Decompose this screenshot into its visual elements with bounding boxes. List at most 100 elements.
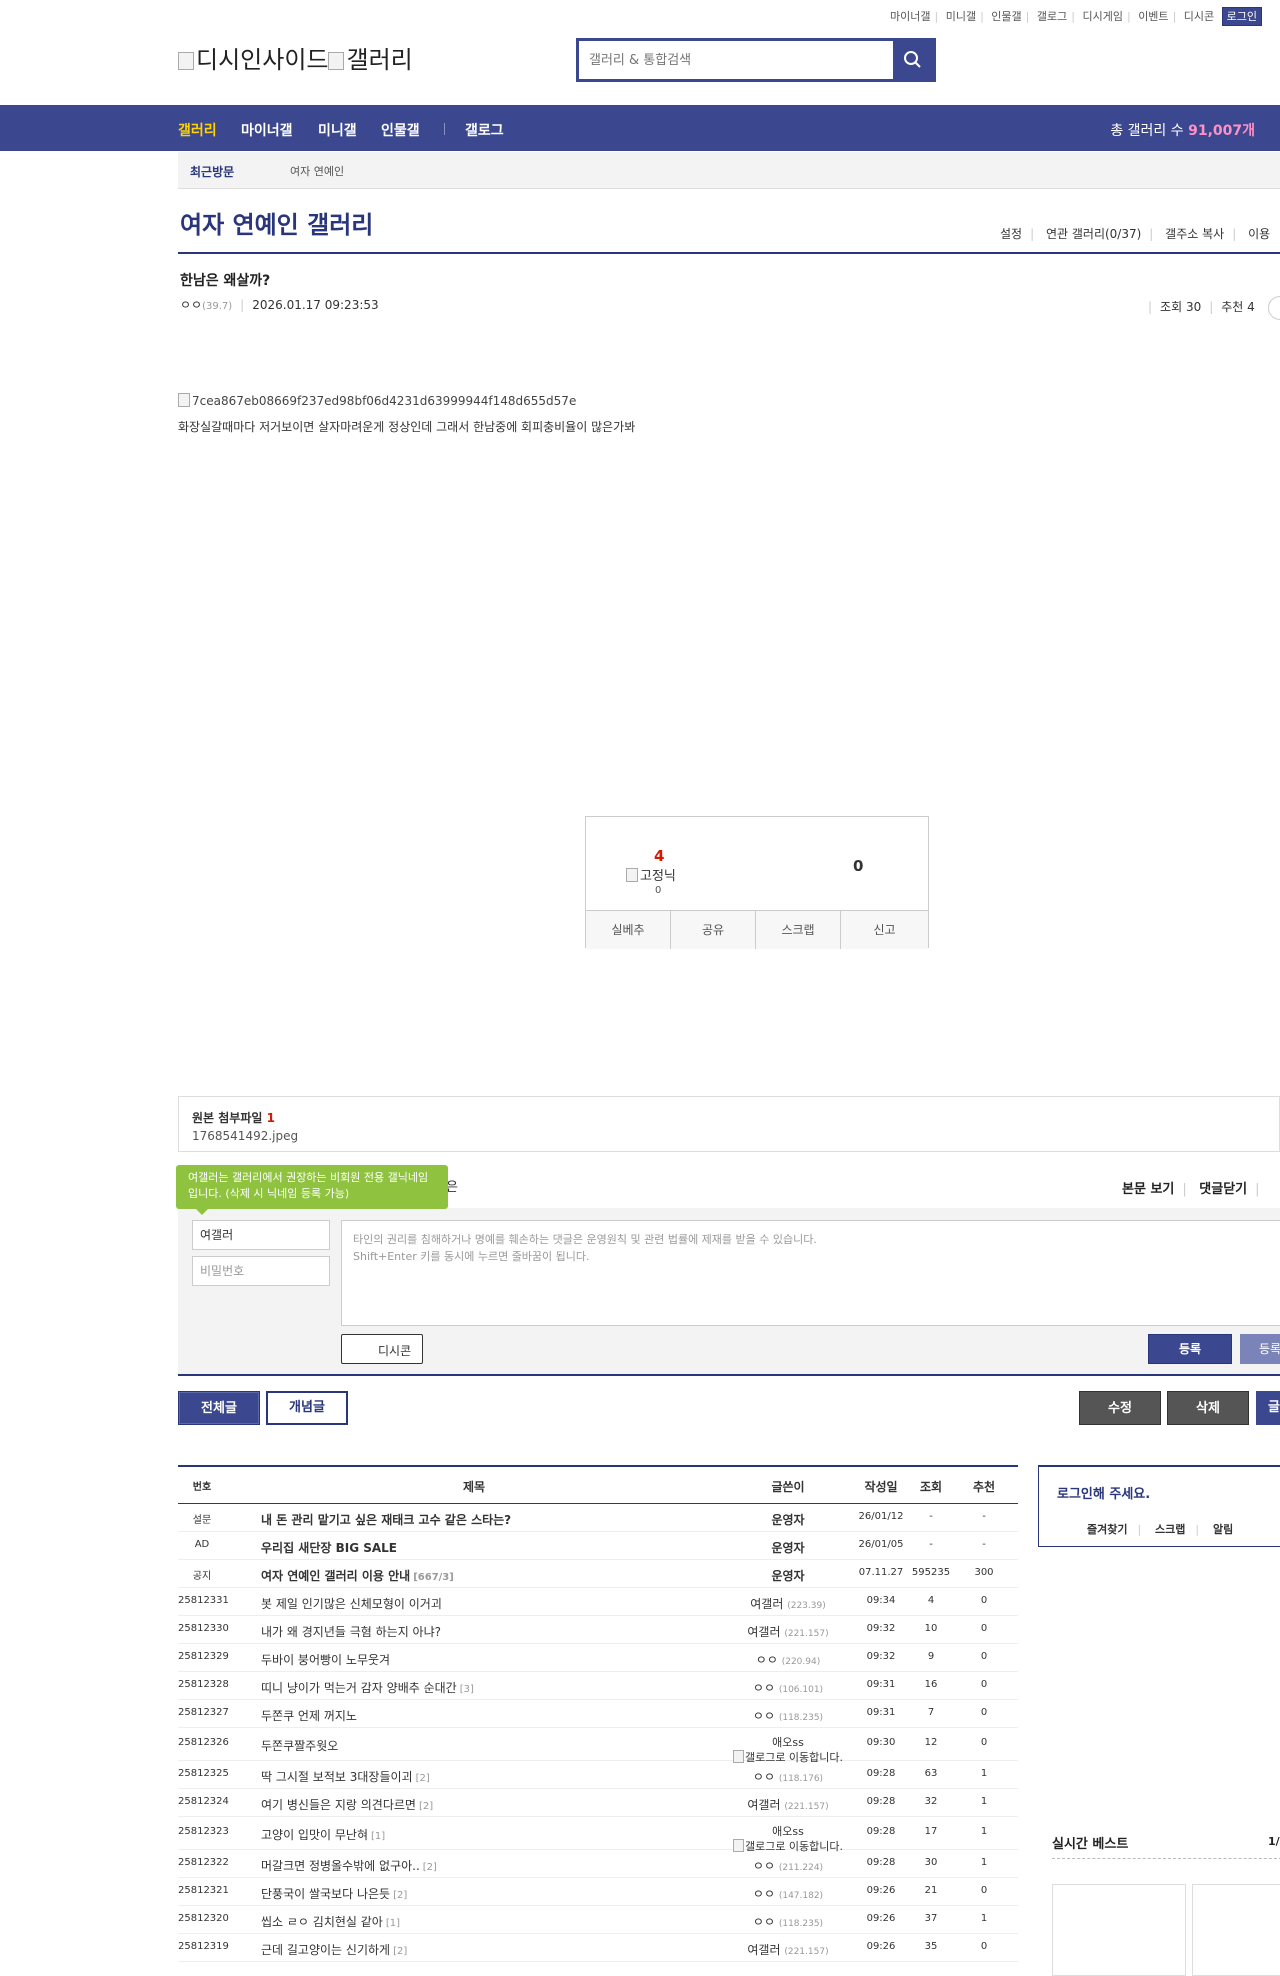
site-logo[interactable]: 디시인사이드 갤러리 xyxy=(178,40,413,75)
row-title[interactable]: 내가 왜 경지년들 극혐 하는지 아냐? xyxy=(261,1623,444,1640)
table-row[interactable]: 25812330 내가 왜 경지년들 극혐 하는지 아냐? 여갤러 (221.157… xyxy=(178,1616,1018,1644)
comment-submit-button[interactable]: 등록 xyxy=(1148,1334,1232,1364)
best-card[interactable] xyxy=(1052,1884,1186,1976)
comment-textarea[interactable]: 타인의 권리를 침해하거나 명예를 훼손하는 댓글은 운영원칙 및 관련 법률에… xyxy=(341,1220,1280,1326)
table-row[interactable]: 25812327 두쫀쿠 언제 꺼지노 ㅇㅇ (118.235) 09:31 7 0 xyxy=(178,1700,1018,1728)
row-title[interactable]: 머갈크면 정병올수밖에 없구아.. [2] xyxy=(261,1857,437,1874)
row-writer[interactable]: 운영자 xyxy=(723,1511,853,1528)
table-row[interactable]: 설문 내 돈 관리 맡기고 싶은 재태크 고수 같은 스타는? 운영자 26/01/… xyxy=(178,1504,1018,1532)
util-link-dccon[interactable]: 디시콘 xyxy=(1184,10,1214,23)
login-button[interactable]: 로그인 xyxy=(1221,7,1263,26)
share-button[interactable]: 공유 xyxy=(671,911,756,949)
row-writer[interactable]: 여갤러 (221.157) xyxy=(723,1623,853,1640)
row-title[interactable]: 두바이 붕어빵이 노무웃겨 xyxy=(261,1651,393,1668)
row-title[interactable]: 씹소 ㄹㅇ 김치현실 같아 [1] xyxy=(261,1913,400,1930)
row-writer[interactable]: ㅇㅇ (220.94) xyxy=(723,1651,853,1668)
recent-visit-item[interactable]: 여자 연예인 xyxy=(290,163,344,179)
row-writer[interactable]: 여갤러 (221.157) xyxy=(723,1796,853,1813)
table-row[interactable]: 25812331 봇 제일 인기많은 신체모형이 이거괴 여갤러 (223.39) 0… xyxy=(178,1588,1018,1616)
recent-visit-label[interactable]: 최근방문 xyxy=(190,163,234,180)
nav-minor[interactable]: 마이너갤 xyxy=(241,120,293,140)
edit-button[interactable]: 수정 xyxy=(1079,1391,1161,1425)
table-row[interactable]: 공지 여자 연예인 갤러리 이용 안내 [667/3] 운영자 07.11.27 595… xyxy=(178,1560,1018,1588)
table-row[interactable]: 25812319 근데 길고양이는 신기하게 [2] 여갤러 (221.157) 09:… xyxy=(178,1934,1018,1962)
nav-person[interactable]: 인물갤 xyxy=(381,120,420,140)
row-recommend: 0 xyxy=(980,1707,988,1718)
comment-name-field[interactable]: 여갤러 xyxy=(192,1220,330,1250)
close-comments-link[interactable]: 댓글닫기 xyxy=(1199,1182,1247,1197)
util-link-event[interactable]: 이벤트 xyxy=(1138,10,1168,23)
comment-submit-recommend-button[interactable]: 등록 xyxy=(1240,1334,1280,1364)
table-row[interactable]: AD 우리집 새단장 BIG SALE 운영자 26/01/05 - - xyxy=(178,1532,1018,1560)
write-button[interactable]: 글 xyxy=(1256,1391,1280,1425)
row-title[interactable]: 두쫀쿠 언제 꺼지노 xyxy=(261,1707,360,1724)
search-input[interactable] xyxy=(579,41,895,79)
row-title[interactable]: 고양이 입맛이 무난혀 [1] xyxy=(261,1826,385,1843)
row-writer[interactable]: ㅇㅇ (211.224) xyxy=(723,1857,853,1874)
table-row[interactable]: 25812328 띠니 냥이가 먹는거 감자 양배추 순대간 [3] ㅇㅇ (106.… xyxy=(178,1672,1018,1700)
all-posts-button[interactable]: 전체글 xyxy=(178,1391,260,1425)
search-button[interactable] xyxy=(893,41,933,79)
scrap-button[interactable]: 스크랩 xyxy=(756,911,841,949)
comment-count-bubble[interactable] xyxy=(1268,296,1280,320)
row-writer[interactable]: 여갤러 (223.39) xyxy=(723,1595,853,1612)
row-title[interactable]: 두쫀쿠짤주웟오 xyxy=(261,1737,341,1754)
favorites-link[interactable]: 즐겨찾기 xyxy=(1087,1523,1127,1536)
row-title[interactable]: 단풍국이 쌀국보다 나은듯 [2] xyxy=(261,1885,407,1902)
table-row[interactable]: 25812329 두바이 붕어빵이 노무웃겨 ㅇㅇ (220.94) 09:32 9 0 xyxy=(178,1644,1018,1672)
table-row[interactable]: 25812320 씹소 ㄹㅇ 김치현실 같아 [1] ㅇㅇ (118.235) 09:2… xyxy=(178,1906,1018,1934)
recommend-up-button[interactable]: 고정닉 xyxy=(626,865,676,884)
table-row[interactable]: 25812322 머갈크면 정병올수밖에 없구아.. [2] ㅇㅇ (211.224)… xyxy=(178,1850,1018,1878)
concept-posts-button[interactable]: 개념글 xyxy=(266,1391,348,1425)
real-best-button[interactable]: 실베추 xyxy=(586,911,671,949)
table-row[interactable]: 25812323 고양이 입맛이 무난혀 [1] 애오ss 갤로그로 이동합니다. 09:… xyxy=(178,1817,1018,1853)
gallery-settings-link[interactable]: 설정 xyxy=(1000,227,1022,241)
dccon-button[interactable]: 디시콘 xyxy=(341,1334,423,1364)
row-title[interactable]: 딱 그시절 보적보 3대장들이괴 [2] xyxy=(261,1768,430,1785)
report-button[interactable]: 신고 xyxy=(841,911,928,949)
row-title[interactable]: 내 돈 관리 맡기고 싶은 재태크 고수 같은 스타는? xyxy=(261,1511,514,1528)
row-writer[interactable]: ㅇㅇ (106.101) xyxy=(723,1679,853,1696)
copy-address-link[interactable]: 갤주소 복사 xyxy=(1165,227,1224,241)
gallery-count: 총 갤러리 수 91,007개 xyxy=(1110,123,1255,139)
attachment-file-link[interactable]: 1768541492.jpeg xyxy=(192,1129,298,1143)
notification-link[interactable]: 알림 xyxy=(1213,1523,1233,1536)
nav-gallery[interactable]: 갤러리 xyxy=(178,120,217,140)
row-writer[interactable]: ㅇㅇ (147.182) xyxy=(723,1885,853,1902)
table-row[interactable]: 25812326 두쫀쿠짤주웟오 애오ss 갤로그로 이동합니다. 09:30 12 0 xyxy=(178,1728,1018,1764)
row-title[interactable]: 우리집 새단장 BIG SALE xyxy=(261,1539,400,1556)
row-writer[interactable]: 여갤러 (221.157) xyxy=(723,1941,853,1958)
nav-mini[interactable]: 미니갤 xyxy=(318,120,357,140)
table-row[interactable]: 25812325 딱 그시절 보적보 3대장들이괴 [2] ㅇㅇ (118.176) 0… xyxy=(178,1761,1018,1789)
usage-link[interactable]: 이용 xyxy=(1248,227,1270,241)
row-title[interactable]: 봇 제일 인기많은 신체모형이 이거괴 xyxy=(261,1595,445,1612)
row-reply-count: [1] xyxy=(371,1831,386,1842)
row-writer[interactable]: ㅇㅇ (118.235) xyxy=(723,1707,853,1724)
table-row[interactable]: 25812324 여기 병신들은 지랑 의견다르면 [2] 여갤러 (221.157)… xyxy=(178,1789,1018,1817)
row-title[interactable]: 여기 병신들은 지랑 의견다르면 [2] xyxy=(261,1796,433,1813)
related-gallery-link[interactable]: 연관 갤러리(0/37) xyxy=(1046,227,1141,241)
nav-galog[interactable]: 갤로그 xyxy=(465,120,504,140)
util-link-person[interactable]: 인물갤 xyxy=(991,10,1021,23)
scrap-link[interactable]: 스크랩 xyxy=(1155,1523,1185,1536)
login-prompt[interactable]: 로그인해 주세요. xyxy=(1057,1483,1150,1502)
gallery-title[interactable]: 여자 연예인 갤러리 xyxy=(180,205,373,240)
row-title[interactable]: 여자 연예인 갤러리 이용 안내 [667/3] xyxy=(261,1567,454,1584)
comment-password-field[interactable]: 비밀번호 xyxy=(192,1256,330,1286)
util-link-galog[interactable]: 갤로그 xyxy=(1037,10,1067,23)
row-writer[interactable]: ㅇㅇ (118.176) xyxy=(723,1768,853,1785)
row-writer[interactable]: 운영자 xyxy=(723,1567,853,1584)
util-link-game[interactable]: 디시게임 xyxy=(1082,10,1122,23)
util-link-minor[interactable]: 마이너갤 xyxy=(890,10,930,23)
util-link-mini[interactable]: 미니갤 xyxy=(946,10,976,23)
row-title[interactable]: 띠니 냥이가 먹는거 감자 양배추 순대간 [3] xyxy=(261,1679,474,1696)
delete-button[interactable]: 삭제 xyxy=(1167,1391,1249,1425)
row-writer[interactable]: 운영자 xyxy=(723,1539,853,1556)
row-title[interactable]: 근데 길고양이는 신기하게 [2] xyxy=(261,1941,407,1958)
post-writer[interactable]: ㅇㅇ xyxy=(180,298,202,312)
row-number: 25812320 xyxy=(178,1913,229,1924)
row-writer[interactable]: ㅇㅇ (118.235) xyxy=(723,1913,853,1930)
table-row[interactable]: 25812321 단풍국이 쌀국보다 나은듯 [2] ㅇㅇ (147.182) 09:2… xyxy=(178,1878,1018,1906)
best-card[interactable] xyxy=(1192,1884,1280,1976)
view-body-link[interactable]: 본문 보기 xyxy=(1122,1182,1174,1197)
